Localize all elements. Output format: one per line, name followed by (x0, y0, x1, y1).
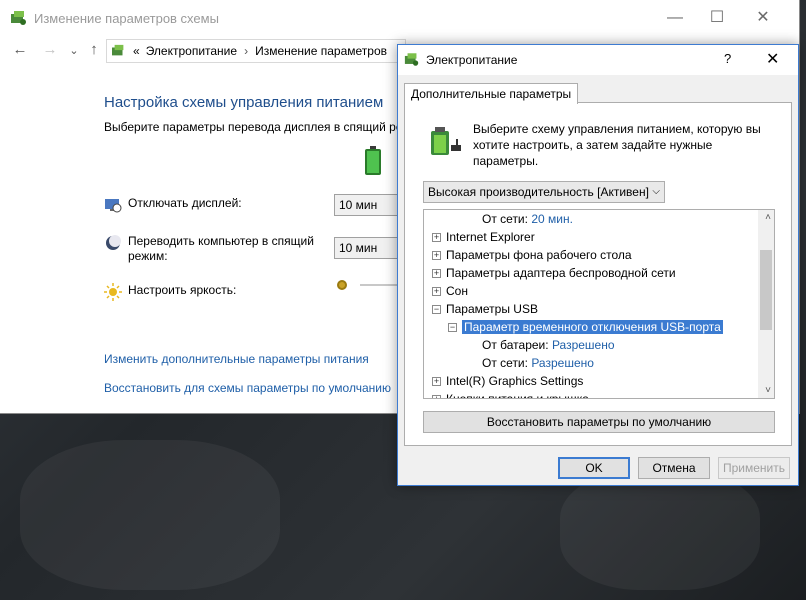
setting-sleep: Переводить компьютер в спящий режим: (104, 234, 348, 264)
tree-item[interactable]: + Кнопки питания и крышка (432, 390, 589, 399)
tree-scrollbar[interactable]: ˄ ˅ (758, 210, 774, 398)
close-button[interactable]: ✕ (748, 6, 778, 30)
tree-item-label: Параметры адаптера беспроводной сети (446, 266, 676, 280)
tree-item-label: От сети: (482, 356, 528, 370)
dialog-titlebar: Электропитание ? ✕ (398, 45, 798, 75)
tree-item-label: Кнопки питания и крышка (446, 392, 589, 399)
tree-item[interactable]: От сети: Разрешено (482, 354, 594, 372)
change-advanced-settings-link[interactable]: Изменить дополнительные параметры питани… (104, 352, 369, 366)
setting-display-off: Отключать дисплей: (104, 196, 242, 214)
expand-icon[interactable]: + (432, 251, 441, 261)
up-button[interactable]: ↑ (84, 41, 104, 58)
battery-plug-icon (431, 127, 461, 155)
expand-icon[interactable]: + (432, 269, 441, 279)
collapse-icon[interactable]: − (432, 305, 441, 315)
restore-defaults-button[interactable]: Восстановить параметры по умолчанию (423, 411, 775, 433)
dialog-intro-text: Выберите схему управления питанием, кото… (473, 122, 761, 168)
tree-item[interactable]: − Параметры USB (432, 300, 538, 318)
scroll-down-arrow-icon[interactable]: ˅ (765, 385, 771, 396)
expand-icon[interactable]: + (432, 377, 441, 387)
power-plan-value: Высокая производительность [Активен] (428, 185, 649, 199)
setting-brightness: Настроить яркость: (104, 283, 236, 301)
sleep-moon-icon (106, 235, 121, 250)
breadcrumb-item-edit-plan[interactable]: Изменение параметров (255, 44, 387, 58)
sun-brightness-icon (104, 283, 122, 301)
tab-advanced-settings[interactable]: Дополнительные параметры (404, 83, 579, 104)
scroll-up-arrow-icon[interactable]: ˄ (765, 212, 771, 223)
tree-item[interactable]: − Параметр временного отключения USB-порт… (448, 318, 723, 336)
tree-item-label: Параметры USB (446, 302, 538, 316)
collapse-icon[interactable]: − (448, 323, 457, 333)
breadcrumb-item-power[interactable]: Электропитание (146, 44, 237, 58)
tree-item-label: От сети: (482, 212, 528, 226)
tree-item[interactable]: + Параметры фона рабочего стола (432, 246, 632, 264)
power-options-icon (404, 53, 419, 66)
power-options-dialog: Электропитание ? ✕ Дополнительные параме… (397, 44, 799, 486)
dialog-close-button[interactable]: ✕ (766, 49, 779, 69)
tree-item[interactable]: От сети: 20 мин. (482, 210, 573, 228)
settings-tree[interactable]: От сети: 20 мин. + Internet Explorer + Парам… (423, 209, 775, 399)
setting-label: Переводить компьютер в спящий режим: (128, 234, 314, 263)
back-button[interactable]: ← (10, 41, 30, 58)
help-button[interactable]: ? (724, 51, 731, 66)
tree-item[interactable]: + Intel(R) Graphics Settings (432, 372, 583, 390)
setting-label: Отключать дисплей: (128, 196, 242, 210)
tree-item-label: Параметр временного отключения USB-порта (462, 320, 723, 334)
monitor-clock-icon (105, 199, 122, 213)
expand-icon[interactable]: + (432, 395, 441, 398)
tree-item-value[interactable]: Разрешено (531, 356, 594, 370)
tree-item[interactable]: + Internet Explorer (432, 228, 535, 246)
minimize-button[interactable]: — (660, 6, 690, 30)
tree-item-label: Intel(R) Graphics Settings (446, 374, 584, 388)
tree-item-label: Параметры фона рабочего стола (446, 248, 632, 262)
tree-item-value[interactable]: Разрешено (552, 338, 615, 352)
window-titlebar: Изменение параметров схемы — ☐ ✕ (0, 0, 799, 36)
tree-item-label: Сон (446, 284, 468, 298)
battery-icon (365, 146, 381, 175)
maximize-button[interactable]: ☐ (702, 6, 732, 30)
breadcrumb-separator: › (244, 44, 249, 58)
page-subtitle: Выберите параметры перевода дисплея в сп… (104, 120, 403, 134)
background-rock (20, 440, 280, 590)
forward-button[interactable]: → (40, 41, 60, 58)
tree-item-value[interactable]: 20 мин. (531, 212, 573, 226)
background-rock (560, 470, 760, 590)
brightness-slider-thumb[interactable] (337, 280, 347, 290)
cancel-button[interactable]: Отмена (638, 457, 710, 479)
expand-icon[interactable]: + (432, 287, 441, 297)
breadcrumb-prefix: « (133, 44, 140, 58)
tree-item[interactable]: От батареи: Разрешено (482, 336, 615, 354)
scrollbar-thumb[interactable] (760, 250, 772, 330)
tree-item-label: Internet Explorer (446, 230, 535, 244)
dialog-title: Электропитание (426, 53, 518, 67)
tree-item[interactable]: + Сон (432, 282, 468, 300)
advanced-settings-panel: Выберите схему управления питанием, кото… (404, 102, 792, 446)
recent-locations-button[interactable]: ⌄ (64, 44, 84, 57)
tree-item-label: От батареи: (482, 338, 549, 352)
address-bar[interactable]: « Электропитание › Изменение параметров (106, 39, 406, 63)
ok-button[interactable]: OK (558, 457, 630, 479)
restore-defaults-link[interactable]: Восстановить для схемы параметры по умол… (104, 381, 391, 395)
page-title: Настройка схемы управления питанием (104, 94, 384, 111)
chevron-down-icon: ⌵ (652, 186, 660, 197)
window-title: Изменение параметров схемы (34, 10, 219, 26)
power-options-icon (112, 44, 124, 56)
tree-item[interactable]: + Параметры адаптера беспроводной сети (432, 264, 676, 282)
expand-icon[interactable]: + (432, 233, 441, 243)
setting-label: Настроить яркость: (128, 283, 237, 297)
power-options-icon (11, 11, 26, 25)
apply-button[interactable]: Применить (718, 457, 790, 479)
power-plan-select[interactable]: Высокая производительность [Активен] ⌵ (423, 181, 665, 203)
